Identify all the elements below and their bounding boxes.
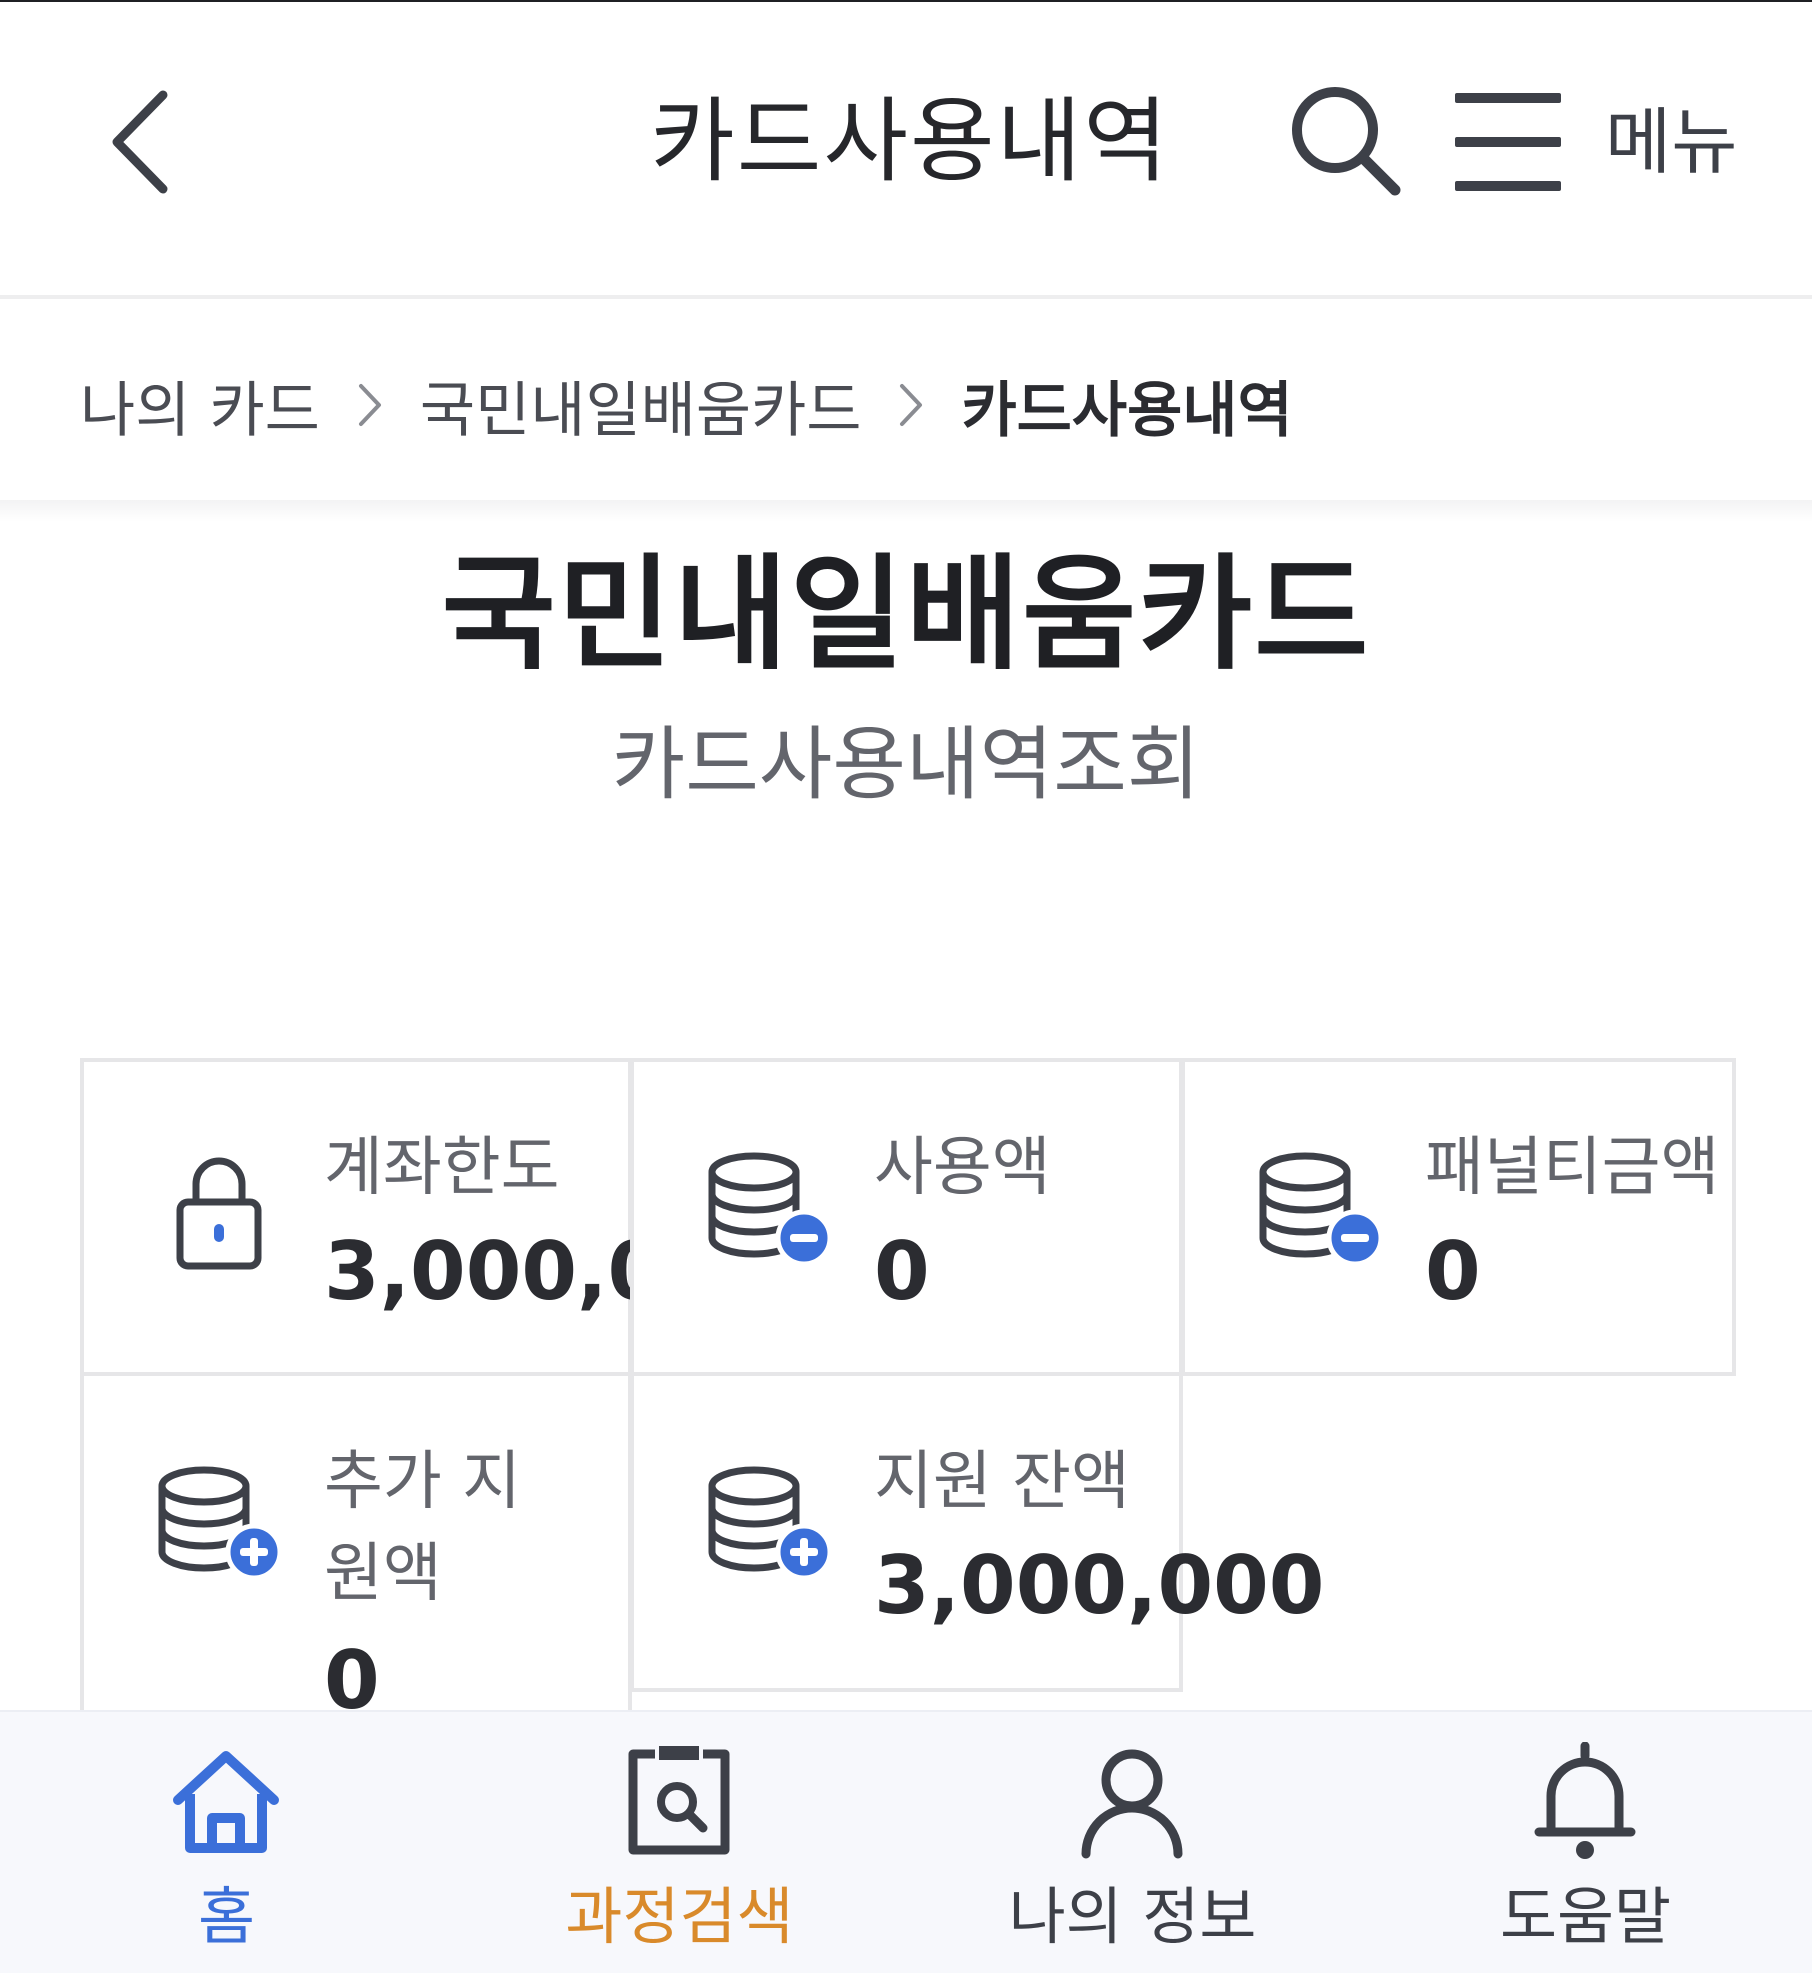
summary-item-account-limit: 계좌한도 3,000,000 <box>80 1058 774 1376</box>
summary-label: 추가 지원액 <box>324 1445 521 1611</box>
summary-item-support-balance: 지원 잔액 3,000,000 <box>630 1372 1324 1692</box>
database-minus-icon <box>1259 1152 1384 1267</box>
header-divider <box>0 295 1812 299</box>
summary-label: 사용액 <box>874 1131 1051 1205</box>
summary-label: 지원 잔액 <box>874 1445 1130 1519</box>
back-button[interactable] <box>90 72 190 212</box>
summary-value: 0 <box>874 1225 930 1318</box>
summary-grid: 계좌한도 3,000,000 사용액 0 패널티금액 0 추가 지원액 0 지원… <box>80 1058 1736 1772</box>
lock-icon <box>176 1157 262 1270</box>
nav-item-home[interactable]: 홈 <box>0 1712 453 1973</box>
breadcrumb-item-current: 카드사용내역 <box>961 375 1293 446</box>
user-icon <box>1081 1749 1183 1859</box>
summary-item-used-amount: 사용액 0 <box>630 1058 1183 1376</box>
nav-label: 홈 <box>197 1880 256 1953</box>
page-title: 카드사용내역 <box>650 88 1170 195</box>
nav-item-my-info[interactable]: 나의 정보 <box>906 1712 1359 1973</box>
app-header: 카드사용내역 메뉴 <box>0 2 1812 295</box>
menu-button[interactable]: 메뉴 <box>1455 87 1745 197</box>
summary-label: 패널티금액 <box>1425 1131 1720 1205</box>
chevron-right-icon <box>320 375 420 435</box>
nav-label: 나의 정보 <box>1008 1880 1257 1953</box>
summary-label: 계좌한도 <box>324 1131 560 1205</box>
database-plus-icon <box>708 1466 833 1581</box>
breadcrumb-item-card-name[interactable]: 국민내일배움카드 <box>420 362 862 449</box>
breadcrumb-item-my-card[interactable]: 나의 카드 <box>80 362 320 449</box>
nav-item-course-search[interactable]: 과정검색 <box>453 1712 906 1973</box>
chevron-left-icon <box>112 90 168 194</box>
hamburger-menu-icon <box>1455 93 1563 191</box>
database-plus-icon <box>158 1466 283 1581</box>
chevron-right-icon <box>861 375 961 435</box>
summary-item-penalty-amount: 패널티금액 0 <box>1181 1058 1736 1376</box>
search-icon <box>1292 87 1401 196</box>
breadcrumb: 나의 카드 국민내일배움카드 카드사용내역 <box>80 340 1293 470</box>
course-search-icon <box>628 1746 730 1855</box>
bell-icon <box>1534 1742 1636 1859</box>
section-divider <box>0 500 1812 522</box>
menu-label: 메뉴 <box>1605 100 1738 184</box>
bottom-nav: 홈 과정검색 나의 정보 도움말 <box>0 1710 1812 1973</box>
summary-value: 0 <box>1425 1225 1481 1318</box>
home-icon <box>173 1751 279 1853</box>
database-minus-icon <box>708 1152 833 1267</box>
summary-value: 3,000,000 <box>874 1539 1325 1632</box>
nav-label: 과정검색 <box>565 1880 794 1953</box>
card-title: 국민내일배움카드 <box>441 543 1371 687</box>
nav-label: 도움말 <box>1499 1880 1672 1953</box>
search-button[interactable] <box>1285 80 1405 200</box>
card-subtitle: 카드사용내역조회 <box>611 718 1201 811</box>
nav-item-help[interactable]: 도움말 <box>1359 1712 1812 1973</box>
